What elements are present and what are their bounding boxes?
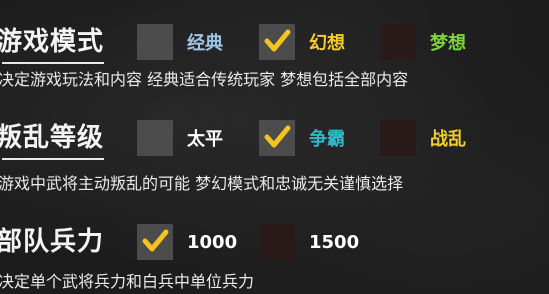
hegemony-label: 争霸 <box>309 129 345 150</box>
fantasy-label: 幻想 <box>309 33 345 54</box>
troop-1000-checkbox[interactable] <box>137 224 173 260</box>
troop-1500-label: 1500 <box>309 231 360 253</box>
chaos-label: 战乱 <box>430 129 466 150</box>
game-settings-panel: 游戏模式 经典 幻想 梦想 决定游戏玩法和内容 经典适合传统玩家 梦想包括全部内… <box>0 0 549 294</box>
troop-1000-label: 1000 <box>187 231 238 253</box>
game-mode-option-fantasy[interactable]: 幻想 <box>259 24 345 60</box>
checkmark-icon <box>142 229 169 252</box>
classic-label: 经典 <box>187 33 223 54</box>
dream-checkbox[interactable] <box>380 24 416 60</box>
hegemony-checkbox[interactable] <box>259 120 295 156</box>
rebellion-level-title: 叛乱等级 <box>0 114 105 162</box>
game-mode-option-classic[interactable]: 经典 <box>137 24 223 60</box>
troop-1500-checkbox[interactable] <box>259 224 295 260</box>
troop-strength-row: 部队兵力 1000 1500 <box>0 218 549 266</box>
game-mode-row: 游戏模式 经典 幻想 梦想 <box>0 18 549 66</box>
game-mode-option-dream[interactable]: 梦想 <box>380 24 466 60</box>
rebellion-level-description: 游戏中武将主动叛乱的可能 梦幻模式和忠诚无关谨慎选择 <box>0 174 404 193</box>
troop-option-1500[interactable]: 1500 <box>259 224 359 260</box>
classic-checkbox[interactable] <box>137 24 173 60</box>
peace-label: 太平 <box>187 129 223 150</box>
game-mode-title: 游戏模式 <box>0 18 105 66</box>
peace-checkbox[interactable] <box>137 120 173 156</box>
rebellion-option-chaos[interactable]: 战乱 <box>380 120 466 156</box>
chaos-checkbox[interactable] <box>380 120 416 156</box>
fantasy-checkbox[interactable] <box>259 24 295 60</box>
checkmark-icon <box>264 29 291 52</box>
troop-strength-title: 部队兵力 <box>0 227 105 257</box>
dream-label: 梦想 <box>430 33 466 54</box>
game-mode-description: 决定游戏玩法和内容 经典适合传统玩家 梦想包括全部内容 <box>0 70 409 89</box>
rebellion-level-row: 叛乱等级 太平 争霸 战乱 <box>0 114 549 162</box>
checkmark-icon <box>264 125 291 148</box>
rebellion-option-peace[interactable]: 太平 <box>137 120 223 156</box>
troop-option-1000[interactable]: 1000 <box>137 224 237 260</box>
troop-strength-description: 决定单个武将兵力和白兵中单位兵力 <box>0 272 255 291</box>
rebellion-option-hegemony[interactable]: 争霸 <box>259 120 345 156</box>
